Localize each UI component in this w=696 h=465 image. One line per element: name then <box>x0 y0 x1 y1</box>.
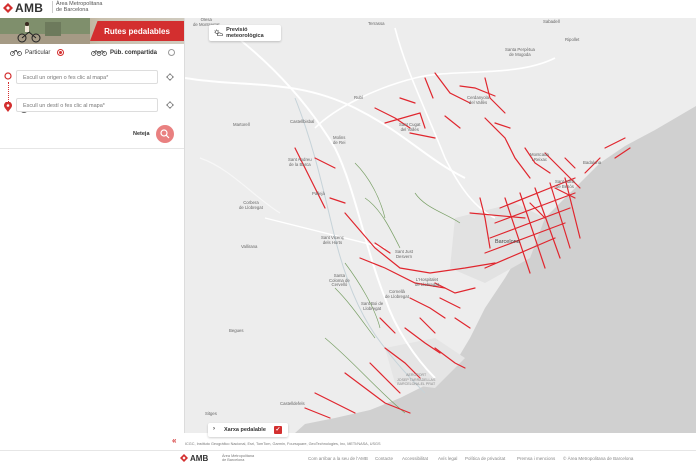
highway <box>314 57 556 129</box>
mode-shared-radio[interactable] <box>168 49 176 56</box>
footer-link[interactable]: Accessibilitat <box>402 456 428 461</box>
sidebar-divider <box>0 148 184 149</box>
amb-logo-subtitle: Àrea Metropolitana de Barcelona <box>52 1 102 13</box>
footer-link[interactable]: Avís legal <box>438 456 457 461</box>
collapse-sidebar-button[interactable]: « <box>172 436 176 445</box>
search-icon <box>160 129 170 139</box>
page-footer: AMB Àrea Metropolitana de Barcelona Com … <box>0 450 696 465</box>
mode-shared-label: Púb. compartida <box>110 49 158 56</box>
weather-forecast-button[interactable]: Previsió meteorològica <box>209 25 281 41</box>
place-label: Sant Cugat del Vallès <box>399 122 421 132</box>
place-label: Begues <box>229 328 244 333</box>
footer-logo-sub-line2: de Barcelona <box>222 458 245 462</box>
place-label: Rubí <box>354 95 364 100</box>
amb-footer-logo-icon <box>180 454 188 462</box>
place-label: Sant Adrià de Besòs <box>555 179 575 189</box>
place-label: Sitges <box>205 411 217 416</box>
place-label: Vallirana <box>241 244 258 249</box>
place-label: Sant Andreu de la Barca <box>288 157 312 167</box>
footer-copyright: © Àrea Metropolitana de Barcelona <box>563 456 634 461</box>
place-label: Sant Boi de Llobregat <box>361 301 384 311</box>
mode-private-label: Particular <box>25 49 51 56</box>
route-sidebar: Rutes pedalables Particular Púb. compart… <box>0 18 185 433</box>
locate-destination-icon[interactable] <box>166 101 174 109</box>
weather-icon <box>214 29 223 36</box>
place-label: Sant Just Desvern <box>395 249 413 259</box>
basemap <box>185 27 696 433</box>
cyclist-photo <box>0 18 90 44</box>
mode-private-radio[interactable] <box>57 49 65 56</box>
bicycle-icon <box>10 50 22 56</box>
layer-checkbox[interactable]: ✓ <box>274 426 282 434</box>
place-label: Sabadell <box>543 19 560 24</box>
footer-link[interactable]: Política de privacitat <box>465 456 505 461</box>
transport-mode-selector: Particular Púb. compartida <box>0 46 184 62</box>
shared-bicycle-icon <box>91 49 107 56</box>
mode-shared[interactable]: Púb. compartida <box>91 49 176 56</box>
layer-label: Xarxa pedalable <box>224 427 266 433</box>
sidebar-banner: Rutes pedalables <box>0 18 184 44</box>
footer-logo-text: AMB <box>190 454 209 463</box>
footer-link[interactable]: Premsa i mencions <box>517 456 555 461</box>
footer-link[interactable]: Contacte <box>375 456 393 461</box>
place-label: Cerdanyola del Vallès <box>467 95 489 105</box>
place-label: Terrassa <box>368 21 385 26</box>
map-canvas[interactable]: Olesa de Montserrat Terrassa Sabadell Rip… <box>185 18 696 433</box>
place-label: Sant Vicenç dels Horts <box>321 235 344 245</box>
place-label: Corbera de Llobregat <box>239 200 263 210</box>
map-attribution: ICGC, Instituto Geográfico Nacional, Esr… <box>185 442 381 446</box>
layer-toggle-panel[interactable]: › Xarxa pedalable ✓ <box>208 423 288 437</box>
mode-private[interactable]: Particular <box>10 49 65 56</box>
search-route-button[interactable] <box>156 125 174 143</box>
place-label: Martorell <box>233 122 250 127</box>
place-label: Santa Coloma de Cervelló <box>329 273 350 288</box>
destination-pin-icon <box>4 102 12 112</box>
clear-button[interactable]: Neteja <box>133 131 150 137</box>
amb-logo-text[interactable]: AMB <box>15 1 43 15</box>
place-label: Cornellà de Llobregat <box>385 289 409 299</box>
footer-link[interactable]: Com arribar a la seu de l'AMB <box>308 456 368 461</box>
chevron-right-icon[interactable]: › <box>213 426 215 432</box>
place-label: Pallejà <box>312 191 325 196</box>
weather-label: Previsió meteorològica <box>226 27 264 39</box>
place-label: L'Hospitalet de Llobregat <box>415 277 439 287</box>
place-label: Montcada i Reixac <box>530 152 549 162</box>
place-label: Badalona <box>583 160 602 165</box>
place-label: Santa Perpètua de Mogoda <box>505 47 535 57</box>
place-label: Castelldefels <box>280 401 305 406</box>
origin-circle-icon <box>4 72 12 80</box>
place-label: Ripollet <box>565 37 580 42</box>
place-label-airport: AEROPORT JOSEP TARRADELLAS BARCELONA-EL PR… <box>397 373 436 387</box>
place-label-barcelona: Barcelona <box>495 239 520 245</box>
origin-input[interactable]: Escull un origen o fes clic al mapa* <box>16 70 158 84</box>
footer-logo-subtitle: Àrea Metropolitana de Barcelona <box>222 454 254 462</box>
place-label: Molins de Rei <box>333 135 346 145</box>
top-header: AMB Àrea Metropolitana de Barcelona <box>0 0 696 19</box>
sidebar-title: Rutes pedalables <box>90 21 184 41</box>
locate-origin-icon[interactable] <box>166 73 174 81</box>
amb-logo-icon[interactable] <box>3 3 13 13</box>
place-label: Castellbisbal <box>290 119 315 124</box>
destination-input[interactable]: Escull un destí o fes clic al mapa* <box>16 98 158 112</box>
logo-sub-line2: de Barcelona <box>56 7 89 13</box>
